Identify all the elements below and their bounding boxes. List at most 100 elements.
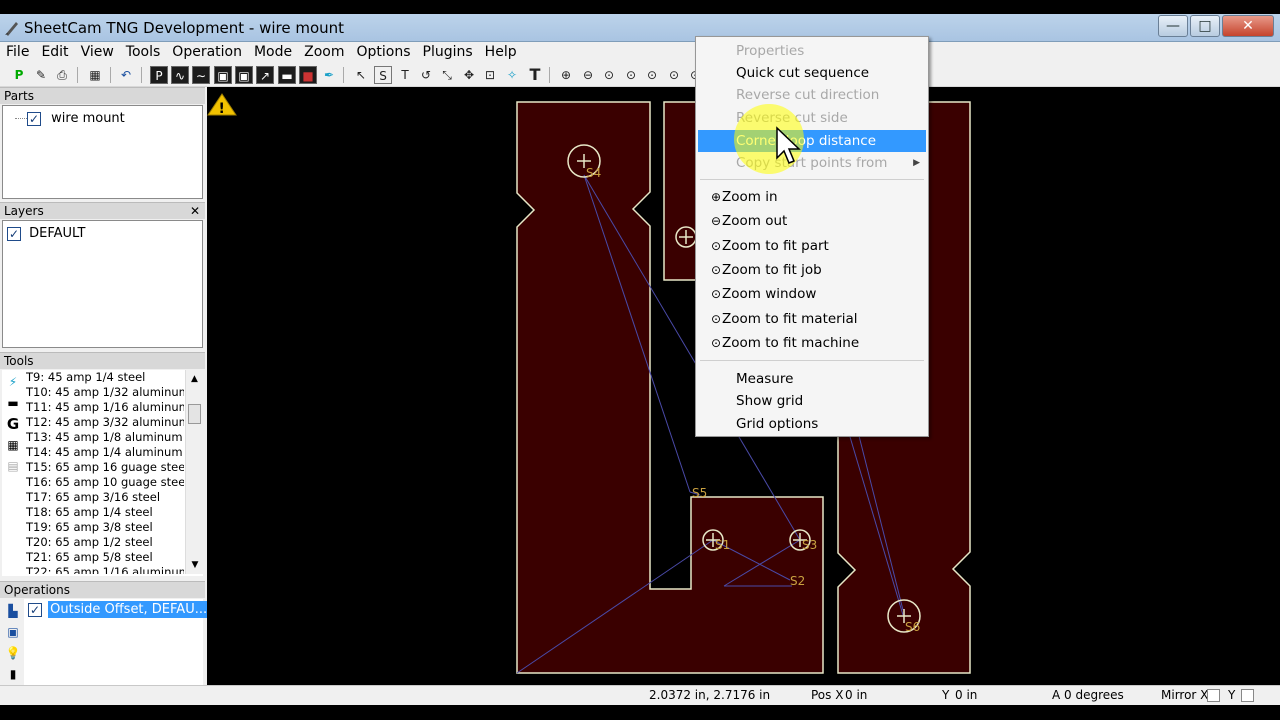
mirror-x-checkbox[interactable]	[1207, 688, 1220, 702]
menu-edit[interactable]: Edit	[35, 42, 74, 60]
tool-item[interactable]: T14: 45 amp 1/4 aluminum	[26, 445, 184, 460]
stop-op-icon[interactable]: ■	[299, 66, 317, 84]
menu-file[interactable]: File	[0, 42, 35, 60]
tool-item[interactable]: T22: 65 amp 1/16 aluminum	[26, 565, 184, 574]
tool-item[interactable]: T16: 65 amp 10 guage steel	[26, 475, 184, 490]
post-process-icon[interactable]: P	[10, 66, 28, 84]
ctx-zoom-in[interactable]: ⊕Zoom in	[698, 186, 926, 208]
edit-code-icon[interactable]: ✎	[32, 66, 50, 84]
ctx-reverse-cut-direction[interactable]: Reverse cut direction	[698, 84, 926, 106]
ctx-zoom-out[interactable]: ⊖Zoom out	[698, 210, 926, 232]
scroll-down-icon[interactable]: ▼	[186, 560, 204, 570]
ctx-grid-options[interactable]: Grid options	[698, 413, 926, 435]
menu-mode[interactable]: Mode	[248, 42, 298, 60]
ctx-zoom-fit-part[interactable]: ⊙Zoom to fit part	[698, 235, 926, 257]
tool-item[interactable]: T18: 65 amp 1/4 steel	[26, 505, 184, 520]
ctx-quick-cut-sequence[interactable]: Quick cut sequence	[698, 62, 926, 84]
menu-plugins[interactable]: Plugins	[417, 42, 479, 60]
maximize-button[interactable]: □	[1190, 15, 1220, 37]
menu-operation[interactable]: Operation	[166, 42, 248, 60]
zoom-out-icon[interactable]: ⊖	[579, 66, 597, 84]
tool-item[interactable]: T12: 45 amp 3/32 aluminum	[26, 415, 184, 430]
nest-icon[interactable]: ⊡	[481, 66, 499, 84]
op-light-icon[interactable]: 💡	[4, 644, 22, 662]
ctx-corner-loop-distance[interactable]: Corner loop distance	[698, 130, 926, 152]
operation-checkbox[interactable]: ✓	[28, 602, 42, 617]
ctx-zoom-fit-material[interactable]: ⊙Zoom to fit material	[698, 308, 926, 330]
ctx-measure[interactable]: Measure	[698, 368, 926, 390]
scroll-thumb[interactable]	[188, 404, 201, 424]
start-label-s2: S2	[790, 574, 805, 588]
router-tool-icon[interactable]: ▬	[4, 394, 22, 412]
ctx-zoom-window-label: Zoom window	[722, 286, 817, 302]
ctx-copy-start-points[interactable]: Copy start points from ▶	[698, 152, 926, 174]
tool-item[interactable]: T13: 45 amp 1/8 aluminum	[26, 430, 184, 445]
tool-item[interactable]: T20: 65 amp 1/2 steel	[26, 535, 184, 550]
menu-zoom[interactable]: Zoom	[298, 42, 350, 60]
tool-item[interactable]: T15: 65 amp 16 guage steel	[26, 460, 184, 475]
close-button[interactable]: ✕	[1222, 15, 1274, 37]
menu-help[interactable]: Help	[479, 42, 523, 60]
start-point-icon[interactable]: S	[374, 66, 392, 84]
ctx-show-grid[interactable]: Show grid	[698, 390, 926, 412]
tool-item[interactable]: T19: 65 amp 3/8 steel	[26, 520, 184, 535]
minimize-button[interactable]: —	[1158, 15, 1188, 37]
ctx-zoom-fit-machine[interactable]: ⊙Zoom to fit machine	[698, 332, 926, 354]
text-select-icon[interactable]: T	[396, 66, 414, 84]
tool-item[interactable]: T11: 45 amp 1/16 aluminum	[26, 400, 184, 415]
offset-op-icon[interactable]: ▣	[235, 66, 253, 84]
layer-checkbox[interactable]: ✓	[7, 226, 21, 241]
gcode-tool-icon[interactable]: G	[4, 415, 22, 433]
menu-tools[interactable]: Tools	[120, 42, 167, 60]
op-router-icon[interactable]: ▙	[4, 602, 22, 620]
wand-icon[interactable]: ✧	[503, 66, 521, 84]
pos-x-value[interactable]: 0 in	[845, 688, 930, 702]
rotate-icon[interactable]: ↺	[417, 66, 435, 84]
op-battery-icon[interactable]: ▮	[4, 665, 22, 683]
tool-item[interactable]: T17: 65 amp 3/16 steel	[26, 490, 184, 505]
calculator-icon[interactable]: ▦	[86, 66, 104, 84]
scale-icon[interactable]: ⤡	[438, 66, 456, 84]
move-icon[interactable]: ✥	[460, 66, 478, 84]
pocket-op-icon[interactable]: ▣	[214, 66, 232, 84]
operation-item[interactable]: ✓ Outside Offset, DEFAU...	[28, 601, 210, 618]
op-offset-icon[interactable]: ▣	[4, 623, 22, 641]
layers-close-icon[interactable]: ✕	[190, 204, 200, 218]
engrave-op-icon[interactable]: ↗	[256, 66, 274, 84]
table-tool-icon[interactable]: ▦	[4, 436, 22, 454]
misc-tool-icon[interactable]: ▤	[4, 457, 22, 475]
tool-item[interactable]: T9: 45 amp 1/4 steel	[26, 370, 184, 385]
part-checkbox[interactable]: ✓	[27, 111, 41, 126]
drill-op-icon[interactable]: P	[150, 66, 168, 84]
angle-value[interactable]: 0 degrees	[1064, 688, 1149, 702]
plasma-tool-icon[interactable]: ⚡	[4, 373, 22, 391]
text-icon[interactable]: T	[526, 66, 544, 84]
ctx-zoom-window[interactable]: ⊙Zoom window	[698, 283, 926, 305]
tools-scrollbar[interactable]: ▲ ▼	[185, 370, 203, 574]
select-icon[interactable]: ↖	[352, 66, 370, 84]
tool-item[interactable]: T21: 65 amp 5/8 steel	[26, 550, 184, 565]
layer-item[interactable]: ✓ DEFAULT	[7, 226, 85, 241]
scroll-up-icon[interactable]: ▲	[186, 374, 203, 384]
script-icon[interactable]: ✒	[320, 66, 338, 84]
zoom-material-icon[interactable]: ⊙	[665, 66, 683, 84]
line-op-icon[interactable]: ∼	[192, 66, 210, 84]
menu-options[interactable]: Options	[350, 42, 416, 60]
part-item[interactable]: ✓ wire mount	[15, 111, 125, 126]
zoom-window-icon[interactable]: ⊙	[643, 66, 661, 84]
tool-item[interactable]: T10: 45 amp 1/32 aluminum	[26, 385, 184, 400]
profile-op-icon[interactable]: ∿	[171, 66, 189, 84]
ctx-properties[interactable]: Properties	[698, 40, 926, 62]
undo-icon[interactable]: ↶	[117, 66, 135, 84]
print-icon[interactable]: ⎙	[53, 66, 71, 84]
zoom-part-icon[interactable]: ⊙	[600, 66, 618, 84]
mirror-y-checkbox[interactable]	[1241, 688, 1254, 702]
ctx-zoom-fit-job[interactable]: ⊙Zoom to fit job	[698, 259, 926, 281]
pos-y-value[interactable]: 0 in	[955, 688, 1040, 702]
zoom-job-icon[interactable]: ⊙	[622, 66, 640, 84]
menu-view[interactable]: View	[75, 42, 120, 60]
ctx-reverse-cut-side[interactable]: Reverse cut side	[698, 107, 926, 129]
tool-op-icon[interactable]: ▬	[278, 66, 296, 84]
zoom-in-icon[interactable]: ⊕	[557, 66, 575, 84]
warning-icon[interactable]: !	[207, 93, 237, 117]
